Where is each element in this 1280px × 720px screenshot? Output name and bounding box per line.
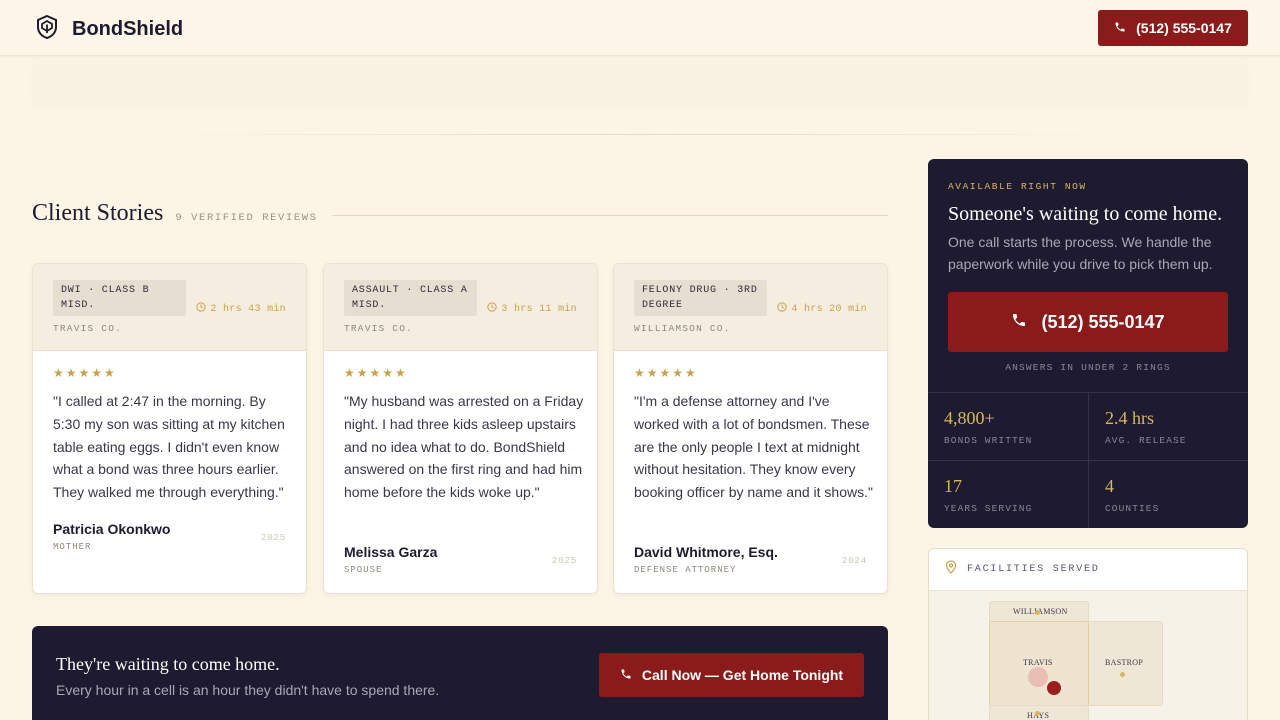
phone-icon [1114, 20, 1126, 36]
phone-icon [1011, 312, 1027, 333]
clock-icon [487, 302, 498, 316]
stat-value: 2.4 hrs [1105, 408, 1154, 428]
review-author: David Whitmore, Esq. [634, 544, 778, 560]
facility-dot[interactable] [1120, 672, 1125, 677]
call-now-label: Call Now — Get Home Tonight [641, 667, 844, 683]
county-label: TRAVIS CO. [53, 323, 123, 334]
stat-bonds-written: 4,800+ BONDS WRITTEN [928, 392, 1088, 460]
review-card-header: FELONY DRUG · 3RD DEGREE 4 hrs 20 min WI… [614, 264, 887, 351]
map-pin-icon [945, 560, 957, 579]
release-time-text: 3 hrs 11 min [501, 303, 577, 315]
facility-dot-active[interactable] [1047, 681, 1061, 695]
county-label: WILLIAMSON CO. [634, 323, 731, 334]
clock-icon [777, 302, 788, 316]
release-time-text: 4 hrs 20 min [791, 303, 867, 315]
background-blur-block [32, 62, 1248, 108]
review-card: FELONY DRUG · 3RD DEGREE 4 hrs 20 min WI… [613, 263, 888, 594]
facilities-header: FACILITIES SERVED [929, 549, 1247, 591]
county-label: TRAVIS CO. [344, 323, 414, 334]
call-now-button[interactable]: Call Now — Get Home Tonight [599, 653, 864, 697]
panel-subtitle: One call starts the process. We handle t… [948, 234, 1213, 272]
review-quote: "I called at 2:47 in the morning. By 5:3… [53, 393, 285, 501]
charge-tag: FELONY DRUG · 3RD DEGREE [634, 280, 767, 316]
facilities-card: FACILITIES SERVED WILLIAMSON TRAVIS BAST… [928, 548, 1248, 720]
county-label-williamson: WILLIAMSON [1013, 607, 1068, 616]
review-author-role: MOTHER [53, 542, 92, 552]
review-card-header: DWI · CLASS B MISD. 2 hrs 43 min TRAVIS … [33, 264, 306, 351]
reviews-section-header: Client Stories 9 VERIFIED REVIEWS [32, 200, 888, 227]
stat-avg-release: 2.4 hrs AVG. RELEASE [1088, 392, 1248, 460]
county-map[interactable]: WILLIAMSON TRAVIS BASTROP HAYS [929, 591, 1247, 720]
release-time: 4 hrs 20 min [777, 302, 867, 316]
phone-icon [620, 667, 632, 683]
stat-years-serving: 17 YEARS SERVING [928, 460, 1088, 528]
review-card-header: ASSAULT · CLASS A MISD. 3 hrs 11 min TRA… [324, 264, 597, 351]
reviews-title: Client Stories [32, 200, 164, 226]
stat-counties: 4 COUNTIES [1088, 460, 1248, 528]
panel-phone-label: (512) 555-0147 [1041, 311, 1165, 332]
review-author-role: SPOUSE [344, 565, 383, 575]
header-call-button[interactable]: (512) 555-0147 [1098, 10, 1248, 46]
star-rating: ★★★★★ [634, 366, 698, 380]
site-header: BondShield (512) 555-0147 [0, 0, 1280, 56]
answer-note: ANSWERS IN UNDER 2 RINGS [1005, 362, 1171, 373]
review-author: Melissa Garza [344, 544, 438, 560]
stat-label: COUNTIES [1105, 503, 1160, 514]
stat-label: AVG. RELEASE [1105, 435, 1187, 446]
review-quote: "My husband was arrested on a Friday nig… [344, 393, 584, 501]
stat-value: 4,800+ [944, 408, 995, 428]
review-author-role: DEFENSE ATTORNEY [634, 565, 737, 575]
county-label-travis: TRAVIS [1023, 658, 1053, 667]
star-rating: ★★★★★ [344, 366, 408, 380]
review-year: 2025 [551, 555, 577, 566]
facility-dot[interactable] [1035, 711, 1040, 716]
brand[interactable]: BondShield [36, 14, 184, 44]
star-rating: ★★★★★ [53, 366, 117, 380]
shield-logo-icon [36, 14, 58, 44]
cta-banner: They're waiting to come home. Every hour… [32, 626, 888, 720]
review-card: ASSAULT · CLASS A MISD. 3 hrs 11 min TRA… [323, 263, 598, 594]
section-divider [140, 134, 1140, 135]
review-card: DWI · CLASS B MISD. 2 hrs 43 min TRAVIS … [32, 263, 307, 594]
header-phone-label: (512) 555-0147 [1136, 20, 1232, 36]
panel-call-button[interactable]: (512) 555-0147 [948, 292, 1228, 352]
facility-dot[interactable] [1035, 610, 1040, 615]
release-time-text: 2 hrs 43 min [210, 303, 286, 315]
stat-label: BONDS WRITTEN [944, 435, 1033, 446]
panel-title: Someone's waiting to come home. [948, 203, 1223, 225]
stat-label: YEARS SERVING [944, 503, 1033, 514]
review-year: 2025 [260, 532, 286, 543]
review-year: 2024 [841, 555, 867, 566]
brand-name: BondShield [72, 18, 184, 40]
facilities-title: FACILITIES SERVED [967, 564, 1100, 575]
cta-title: They're waiting to come home. [56, 654, 280, 674]
facility-pulse [1028, 667, 1048, 687]
review-author: Patricia Okonkwo [53, 521, 171, 537]
cta-subtitle: Every hour in a cell is an hour they did… [56, 682, 440, 698]
review-quote: "I'm a defense attorney and I've worked … [634, 393, 873, 501]
charge-tag: ASSAULT · CLASS A MISD. [344, 280, 477, 316]
availability-panel: AVAILABLE RIGHT NOW Someone's waiting to… [928, 159, 1248, 528]
release-time: 3 hrs 11 min [487, 302, 577, 316]
availability-eyebrow: AVAILABLE RIGHT NOW [948, 181, 1087, 192]
charge-tag: DWI · CLASS B MISD. [53, 280, 186, 316]
stat-value: 4 [1105, 476, 1114, 496]
county-label-bastrop: BASTROP [1105, 658, 1144, 667]
release-time: 2 hrs 43 min [196, 302, 286, 316]
clock-icon [196, 302, 207, 316]
stat-value: 17 [944, 476, 962, 496]
title-rule [331, 215, 888, 216]
reviews-count: 9 VERIFIED REVIEWS [175, 212, 318, 224]
